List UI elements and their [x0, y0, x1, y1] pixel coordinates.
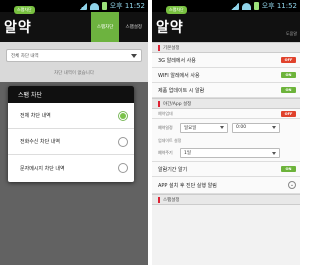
toggle-3g[interactable]: OFF [281, 57, 296, 63]
radio-unselected-icon[interactable] [118, 163, 128, 173]
setting-label: 알람기간 알기 [158, 166, 188, 173]
setting-row-wifi[interactable]: WIFI 알레에서 사용 ON [152, 68, 300, 83]
schedule-cycle-label: 예약주기 [158, 150, 173, 155]
battery-icon [253, 2, 259, 10]
setting-label: 예약업데 [158, 110, 173, 116]
section-title: 기본설정 [163, 45, 180, 51]
schedule-time-select[interactable]: 0:00 [232, 122, 280, 133]
section-basic-settings: 기본설정 [152, 42, 300, 53]
signal-icon [230, 2, 239, 10]
schedule-cycle-select[interactable]: 1일 [180, 148, 280, 158]
schedule-day-value: 일요일 [184, 125, 197, 131]
left-screen: 오후 11:52 스팸차단 알약 스팸차단 스팸설정 전체 차단 내역 차단 내… [0, 0, 148, 265]
toggle-scheduled-update[interactable]: OFF [281, 110, 296, 117]
chevron-down-icon [220, 126, 224, 129]
tab-spam-block[interactable]: 스팸차단 [90, 12, 120, 42]
empty-list-message: 차단 내역이 없습니다 [53, 71, 95, 76]
setting-label: WIFI 알레에서 사용 [158, 72, 200, 79]
battery-icon [101, 2, 107, 10]
toggle-alarm-period[interactable]: ON [281, 166, 296, 172]
section-spam-settings: 스팸설정 [152, 194, 300, 205]
signal-icon [78, 2, 87, 10]
dialog-option-label: 전화수신 차단 내역 [20, 139, 60, 145]
dialog-option-messages[interactable]: 문자메시지 차단 내역 [8, 155, 134, 181]
tab-spam-settings[interactable]: 스팸설정 [119, 12, 148, 42]
setting-row-update-alarm[interactable]: 제품 업데이트 시 알람 ON [152, 83, 300, 98]
logo-text: 알약 [156, 20, 184, 36]
schedule-day-label: 예약일정 [158, 124, 173, 130]
setting-row-3g[interactable]: 3G 알레에서 사용 OFF [152, 53, 300, 68]
schedule-day-select[interactable]: 일요일 [180, 122, 228, 133]
logo-text: 알약 [4, 20, 32, 36]
setting-label: 제품 업데이트 시 알람 [158, 87, 205, 94]
status-time: 오후 11:52 [109, 2, 145, 10]
app-header: 스팸차단 알약 도움말 [152, 6, 300, 42]
schedule-cycle-row: 예약주기 1일 [152, 145, 300, 162]
chevron-down-icon [272, 126, 276, 129]
section-marker-icon [158, 100, 160, 107]
section-title: 야간/App 설정 [163, 101, 192, 107]
setting-row-scheduled-update[interactable]: 예약업데 OFF [152, 109, 300, 119]
wifi-icon [89, 2, 99, 10]
wifi-icon [241, 2, 251, 10]
dialog-option-calls[interactable]: 전화수신 차단 내역 [8, 129, 134, 155]
setting-label: 3G 알레에서 사용 [158, 57, 196, 64]
schedule-cycle-caption-text: 업데이트 설정 [158, 137, 182, 143]
setting-row-app-install-scan[interactable]: APP 설치 후 진단 실행 알림 ⌄ [152, 177, 300, 194]
tab-bar: 스팸차단 스팸설정 [90, 12, 148, 42]
section-marker-icon [158, 196, 160, 203]
filter-dropdown[interactable]: 전체 차단 내역 [6, 49, 142, 62]
toggle-update-alarm[interactable]: ON [281, 87, 296, 93]
schedule-cycle-value: 1일 [184, 151, 192, 156]
section-title: 스팸설정 [163, 197, 180, 203]
status-time: 오후 11:52 [261, 2, 297, 10]
chevron-down-icon[interactable]: ⌄ [288, 181, 296, 189]
app-logo: 스팸차단 알약 [156, 6, 187, 37]
logo-badge: 스팸차단 [14, 6, 35, 14]
dialog-option-label: 문자메시지 차단 내역 [20, 165, 65, 172]
app-logo: 스팸차단 알약 [4, 6, 35, 37]
app-header: 스팸차단 알약 스팸차단 스팸설정 [0, 6, 148, 42]
radio-unselected-icon[interactable] [118, 136, 128, 147]
schedule-cycle-caption: 업데이트 설정 [152, 136, 300, 145]
chevron-down-icon [272, 151, 276, 155]
toggle-wifi[interactable]: ON [281, 72, 296, 78]
dialog-option-label: 전체 차단 내역 [20, 113, 51, 119]
help-link[interactable]: 도움말 [286, 31, 297, 37]
radio-selected-icon[interactable] [118, 110, 128, 121]
dialog-option-all[interactable]: 전체 차단 내역 [8, 103, 134, 129]
right-screen: 오후 11:52 스팸차단 알약 도움말 기본설정 3G 알레에서 사용 OFF… [152, 0, 300, 265]
chevron-down-icon [131, 53, 137, 58]
logo-badge: 스팸차단 [166, 6, 187, 14]
dialog-title: 스팸 차단 [8, 86, 134, 103]
spam-block-dialog: 스팸 차단 전체 차단 내역 전화수신 차단 내역 문자메시지 차단 내역 [8, 86, 134, 182]
schedule-day-row: 예약일정 일요일 0:00 [152, 119, 300, 136]
setting-label: APP 설치 후 진단 실행 알림 [158, 182, 217, 189]
schedule-time-value: 0:00 [236, 125, 247, 130]
setting-row-alarm-period[interactable]: 알람기간 알기 ON [152, 162, 300, 177]
section-marker-icon [158, 44, 160, 51]
filter-dropdown-value: 전체 차단 내역 [11, 53, 39, 59]
section-night-app-settings: 야간/App 설정 [152, 98, 300, 109]
